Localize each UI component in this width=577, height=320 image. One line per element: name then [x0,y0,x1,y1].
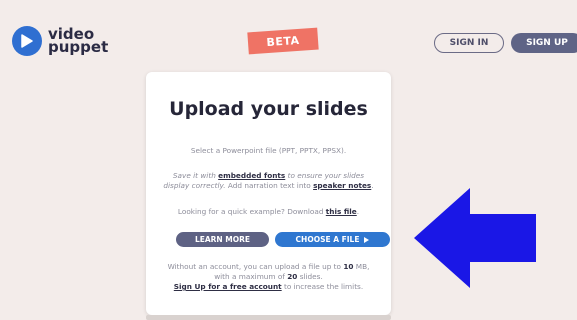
this-file-link[interactable]: this file [326,207,357,216]
save-suffix: . [371,181,374,190]
sign-in-button[interactable]: SIGN IN [434,33,504,53]
embedded-fonts-link[interactable]: embedded fonts [218,171,285,180]
choose-file-label: CHOOSE A FILE [295,235,360,244]
upload-card: Upload your slides Select a Powerpoint f… [146,72,391,315]
limit-size: 10 [343,262,354,271]
signup-free-account-link[interactable]: Sign Up for a free account [174,282,282,291]
learn-more-button[interactable]: LEARN MORE [176,232,269,247]
save-prefix: Save it with [172,171,219,180]
page-title: Upload your slides [169,98,368,120]
example-prefix: Looking for a quick example? Download [177,207,326,216]
example-suffix: . [356,207,360,216]
card-shadow-edge [146,315,391,320]
beta-badge: BETA [247,27,319,55]
limit-line3-suffix: to increase the limits. [281,282,364,291]
save-middle: to ensure your slides [285,171,365,180]
save-line2-mid: Add narration text into [225,181,314,190]
play-circle-icon [12,26,42,56]
logo-text: video puppet [48,27,109,56]
save-line2-prefix: display correctly. [163,181,226,190]
limit-slides: 20 [287,272,298,281]
learn-more-label: LEARN MORE [194,235,251,244]
limit-size-unit: MB, [353,262,370,271]
left-arrow-icon [414,188,536,288]
speaker-notes-link[interactable]: speaker notes [313,181,371,190]
example-hint: Looking for a quick example? Download th… [158,207,379,217]
videopuppet-logo[interactable]: video puppet [12,26,108,56]
choose-file-button[interactable]: CHOOSE A FILE [275,232,390,247]
limit-line2-prefix: with a maximum of [214,272,288,281]
logo-line-2: puppet [48,38,109,56]
file-type-hint: Select a Powerpoint file (PPT, PPTX, PPS… [190,146,347,155]
embedded-fonts-hint: Save it with embedded fonts to ensure yo… [158,171,379,191]
top-bar: video puppet BETA SIGN IN SIGN UP [0,0,577,62]
sign-up-button[interactable]: SIGN UP [511,33,577,53]
play-triangle-icon [364,236,370,243]
limit-line2-suffix: slides. [297,272,323,281]
upload-limits-hint: Without an account, you can upload a fil… [158,262,379,292]
limit-prefix: Without an account, you can upload a fil… [167,262,344,271]
